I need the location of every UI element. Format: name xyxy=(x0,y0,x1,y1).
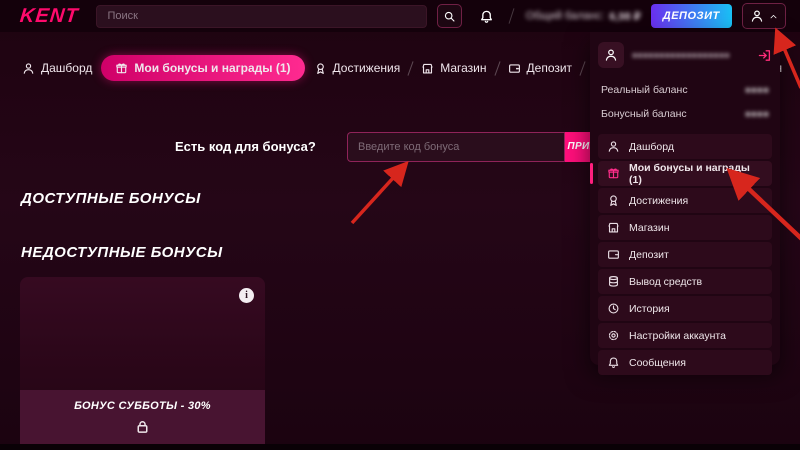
user-icon xyxy=(22,62,35,75)
search-button[interactable] xyxy=(437,4,462,28)
bonus-card[interactable]: i БОНУС СУББОТЫ - 30% xyxy=(20,277,265,450)
chevron-up-icon xyxy=(769,12,778,21)
bonus-balance-row: Бонусный баланс ●●●● xyxy=(598,102,772,126)
dropdown-header: ●●●●●●●●●●●●●●●●●● xyxy=(598,42,772,68)
user-email: ●●●●●●●●●●●●●●●●●● xyxy=(632,50,738,60)
tab-divider xyxy=(494,61,500,75)
notifications-button[interactable] xyxy=(476,5,497,27)
menu-item-label: Мои бонусы и награды (1) xyxy=(629,162,763,186)
user-icon xyxy=(604,48,618,62)
menu-item-label: История xyxy=(629,303,670,315)
menu-item-label: Настройки аккаунта xyxy=(629,330,726,342)
shop-icon xyxy=(421,62,434,75)
brand-logo[interactable]: KENT xyxy=(19,5,80,28)
arrow-to-bonus-input xyxy=(352,166,404,223)
menu-item-label: Вывод средств xyxy=(629,276,702,288)
menu-item-label: Депозит xyxy=(629,249,669,261)
tab-label: Депозит xyxy=(527,61,573,75)
dropdown-item-deposit[interactable]: Депозит xyxy=(598,242,772,267)
dropdown-item-settings[interactable]: Настройки аккаунта xyxy=(598,323,772,348)
user-icon xyxy=(607,140,620,153)
tab-divider xyxy=(580,61,586,75)
logout-button[interactable] xyxy=(757,48,772,63)
gear-icon xyxy=(607,329,620,342)
bonus-balance-value: ●●●● xyxy=(745,109,769,120)
award-icon xyxy=(607,194,620,207)
info-icon[interactable]: i xyxy=(239,288,254,303)
menu-item-label: Достижения xyxy=(629,195,688,207)
menu-item-label: Сообщения xyxy=(629,357,686,369)
top-bar: KENT Общий баланс: 6,98 ₽ ДЕПОЗИТ xyxy=(0,0,800,32)
lock-icon xyxy=(134,418,151,435)
clock-icon xyxy=(607,302,620,315)
balance-value: 6,98 ₽ xyxy=(609,10,640,23)
dropdown-menu-list: Дашборд Мои бонусы и награды (1) Достиже… xyxy=(598,134,772,375)
real-balance-row: Реальный баланс ●●●● xyxy=(598,78,772,102)
dropdown-item-achievements[interactable]: Достижения xyxy=(598,188,772,213)
tab-label: Достижения xyxy=(333,61,401,75)
menu-item-label: Дашборд xyxy=(629,141,674,153)
page-bottom-edge xyxy=(0,444,800,450)
user-menu-button[interactable] xyxy=(742,3,786,29)
deposit-button[interactable]: ДЕПОЗИТ xyxy=(651,4,732,28)
tab-shop[interactable]: Магазин xyxy=(421,61,486,75)
menu-item-label: Магазин xyxy=(629,222,670,234)
search-icon xyxy=(443,10,456,23)
dropdown-item-messages[interactable]: Сообщения xyxy=(598,350,772,375)
available-bonuses-title: ДОСТУПНЫЕ БОНУСЫ xyxy=(21,190,201,207)
shop-icon xyxy=(607,221,620,234)
bonus-code-label: Есть код для бонуса? xyxy=(175,139,316,154)
topbar-divider xyxy=(508,8,514,24)
logout-icon xyxy=(757,48,772,63)
real-balance-value: ●●●● xyxy=(745,85,769,96)
bonus-card-footer: БОНУС СУББОТЫ - 30% xyxy=(20,390,265,450)
gift-icon xyxy=(115,62,128,75)
tab-bonuses[interactable]: Мои бонусы и награды (1) xyxy=(101,55,304,81)
dropdown-item-dashboard[interactable]: Дашборд xyxy=(598,134,772,159)
award-icon xyxy=(314,62,327,75)
avatar xyxy=(598,42,624,68)
tab-dashboard[interactable]: Дашборд xyxy=(22,61,92,75)
gift-icon xyxy=(607,167,620,180)
search-input[interactable] xyxy=(96,5,426,28)
bell-icon xyxy=(479,9,494,24)
card-icon xyxy=(508,62,521,75)
tab-label: Магазин xyxy=(440,61,486,75)
bonus-balance-label: Бонусный баланс xyxy=(601,108,687,120)
card-icon xyxy=(607,248,620,261)
tab-divider xyxy=(408,61,414,75)
user-icon xyxy=(750,9,764,23)
dropdown-item-shop[interactable]: Магазин xyxy=(598,215,772,240)
tab-deposit[interactable]: Депозит xyxy=(508,61,573,75)
bell-icon xyxy=(607,356,620,369)
unavailable-bonuses-title: НЕДОСТУПНЫЕ БОНУСЫ xyxy=(21,244,223,261)
coins-icon xyxy=(607,275,620,288)
user-dropdown-menu: ●●●●●●●●●●●●●●●●●● Реальный баланс ●●●● … xyxy=(590,32,780,365)
total-balance: Общий баланс: 6,98 ₽ xyxy=(526,10,641,23)
real-balance-label: Реальный баланс xyxy=(601,84,688,96)
dropdown-item-history[interactable]: История xyxy=(598,296,772,321)
bonus-code-input[interactable] xyxy=(347,132,565,162)
tab-label: Мои бонусы и награды (1) xyxy=(134,61,290,75)
dropdown-item-withdraw[interactable]: Вывод средств xyxy=(598,269,772,294)
dropdown-item-bonuses[interactable]: Мои бонусы и награды (1) xyxy=(598,161,772,186)
balance-label: Общий баланс: xyxy=(526,10,605,22)
tab-label: Дашборд xyxy=(41,61,92,75)
tab-achievements[interactable]: Достижения xyxy=(314,61,401,75)
bonus-card-title: БОНУС СУББОТЫ - 30% xyxy=(74,400,211,412)
